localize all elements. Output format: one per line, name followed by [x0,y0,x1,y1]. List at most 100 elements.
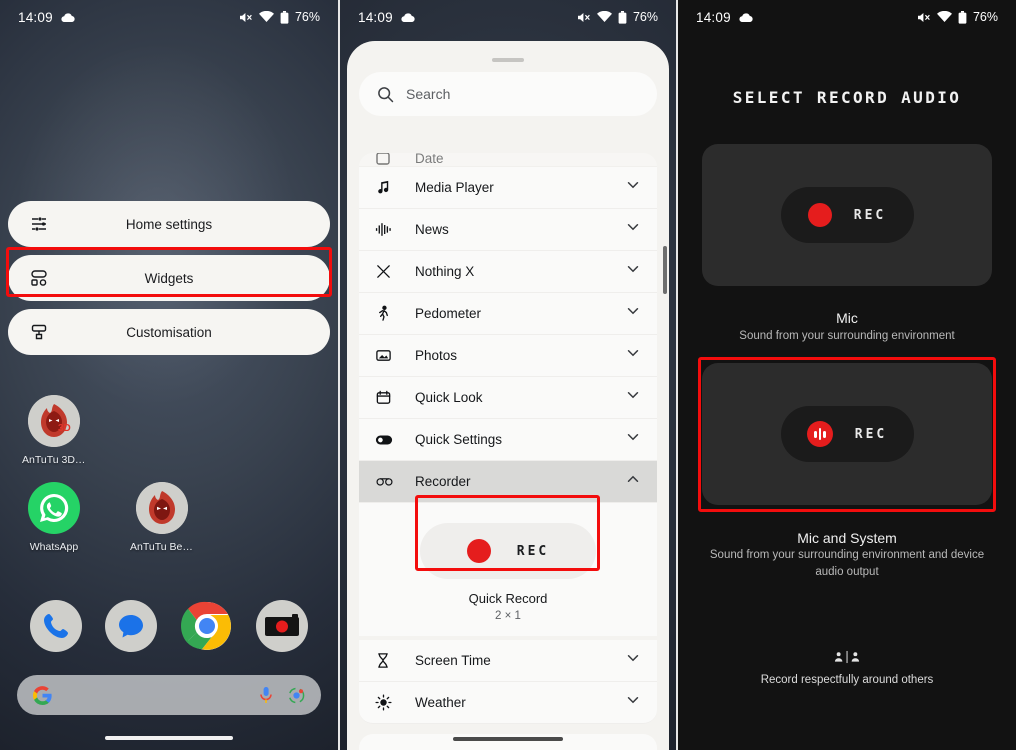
option-description-mic-and-system: Sound from your surrounding environment … [709,549,985,578]
status-bar: 14:09 76% [340,0,676,34]
widget-row-label: Weather [415,695,466,710]
list-scrollbar-thumb[interactable] [663,246,667,294]
menu-label-widgets: Widgets [144,270,194,286]
widget-row-clipped[interactable]: Date [359,153,657,167]
google-search-bar[interactable] [17,675,321,715]
app-icon-antutu-3d[interactable]: 3D AnTuTu 3D ... [22,395,86,466]
chevron-down-icon[interactable] [625,219,641,240]
quick-record-widget-preview[interactable]: REC [420,523,596,579]
dock-icon-recorder[interactable] [256,600,309,652]
menu-item-home-settings[interactable]: Home settings [8,201,330,247]
app-icon-whatsapp[interactable]: WhatsApp [22,482,86,553]
audio-waves-icon [806,421,833,447]
chevron-down-icon[interactable] [625,387,641,408]
widget-picker-sheet: Search Date Media Player News Nothing X … [347,41,669,750]
google-lens-icon[interactable] [288,687,305,704]
sheet-drag-handle[interactable] [492,58,524,62]
sliders-icon [26,215,52,233]
app-icon-antutu-benchmark[interactable]: AnTuTu Ben... [130,482,194,553]
mute-icon [917,11,931,24]
widget-row-weather[interactable]: Weather [359,682,657,724]
cloud-icon [61,12,75,23]
widget-row-screen-time[interactable]: Screen Time [359,640,657,682]
photo-icon [375,347,415,364]
widget-row-quick-look[interactable]: Quick Look [359,377,657,419]
navigation-pill[interactable] [453,737,563,741]
option-card-mic-and-system[interactable]: REC [702,363,992,505]
app-label: AnTuTu 3D ... [22,454,86,466]
menu-item-customisation[interactable]: Customisation [8,309,330,355]
screenshot-stage: 14:09 76% Home settings Widgets Customis… [0,0,1016,750]
wifi-icon [596,11,612,23]
chevron-down-icon[interactable] [625,650,641,671]
widget-row-nothing-x[interactable]: Nothing X [359,251,657,293]
widget-row-label: Pedometer [415,306,482,321]
cloud-icon [401,12,415,23]
widget-row-label: Quick Settings [415,432,503,447]
two-people-icon [678,650,1016,664]
x-icon [375,263,415,280]
app-row-1: 3D AnTuTu 3D ... [0,395,338,466]
navigation-pill[interactable] [105,736,233,740]
status-bar: 14:09 76% [678,0,1016,34]
mic-icon[interactable] [258,686,274,704]
walking-person-icon [375,305,415,322]
chevron-down-icon[interactable] [625,177,641,198]
widget-row-recorder[interactable]: Recorder [359,461,657,503]
rec-label: REC [853,207,887,223]
widget-row-photos[interactable]: Photos [359,335,657,377]
panel-home-screen: 14:09 76% Home settings Widgets Customis… [0,0,338,750]
toggle-icon [375,433,415,447]
widget-row-label: News [415,222,449,237]
chevron-down-icon[interactable] [625,261,641,282]
sun-icon [375,694,415,711]
page-title: SELECT RECORD AUDIO [732,88,962,107]
rec-pill-mic[interactable]: REC [780,187,914,243]
footer-note: Record respectfully around others [678,650,1016,686]
record-dot-icon [466,539,491,563]
widget-row-label: Recorder [415,474,471,489]
whatsapp-icon [28,482,80,534]
widget-row-label: Photos [415,348,458,363]
chevron-down-icon[interactable] [625,692,641,713]
chevron-down-icon[interactable] [625,429,641,450]
recorder-icon [375,475,415,488]
status-time: 14:09 [696,9,731,25]
menu-label-home-settings: Home settings [125,216,213,232]
widget-row-quick-settings[interactable]: Quick Settings [359,419,657,461]
home-popup-menu: Home settings Widgets Customisation [8,201,330,363]
dock-icon-chrome[interactable] [180,600,233,652]
battery-percent: 76% [632,10,658,24]
dock-icon-messages[interactable] [105,600,158,652]
widget-row-pedometer[interactable]: Pedometer [359,293,657,335]
battery-percent: 76% [294,10,320,24]
google-g-icon [33,685,52,705]
option-card-mic[interactable]: REC [702,144,992,286]
widget-preview-quick-record[interactable]: REC Quick Record 2 × 1 [359,503,657,636]
rec-label: REC [854,426,888,442]
widget-row-news[interactable]: News [359,209,657,251]
dock-icon-phone[interactable] [29,600,82,652]
app-label: WhatsApp [29,541,79,553]
footer-text: Record respectfully around others [760,674,934,686]
brush-icon [26,323,52,341]
option-label-mic-and-system: Mic and System [797,530,897,546]
chevron-down-icon[interactable] [625,303,641,324]
widget-row-label: Date [415,153,444,166]
wifi-icon [258,11,274,23]
mute-icon [577,11,591,24]
panel-widget-picker: 14:09 76% Search Date Media Player News … [340,0,676,750]
widget-row-media-player[interactable]: Media Player [359,167,657,209]
antutu-3d-icon: 3D [28,395,80,447]
app-row-2: WhatsApp AnTuTu Ben... [0,482,338,553]
music-note-icon [375,179,415,196]
chevron-down-icon[interactable] [625,345,641,366]
widget-category-list[interactable]: Date Media Player News Nothing X Pedomet… [359,153,657,750]
chevron-up-icon[interactable] [625,471,641,492]
widget-search-field[interactable]: Search [359,72,657,116]
widget-search-placeholder: Search [406,86,451,102]
home-app-grid: 3D AnTuTu 3D ... WhatsApp AnTuTu Ben... [0,395,338,569]
rec-pill-mic-and-system[interactable]: REC [780,406,914,462]
panel-select-record-audio: 14:09 76% SELECT RECORD AUDIO REC Mic So… [678,0,1016,750]
menu-item-widgets[interactable]: Widgets [8,255,330,301]
